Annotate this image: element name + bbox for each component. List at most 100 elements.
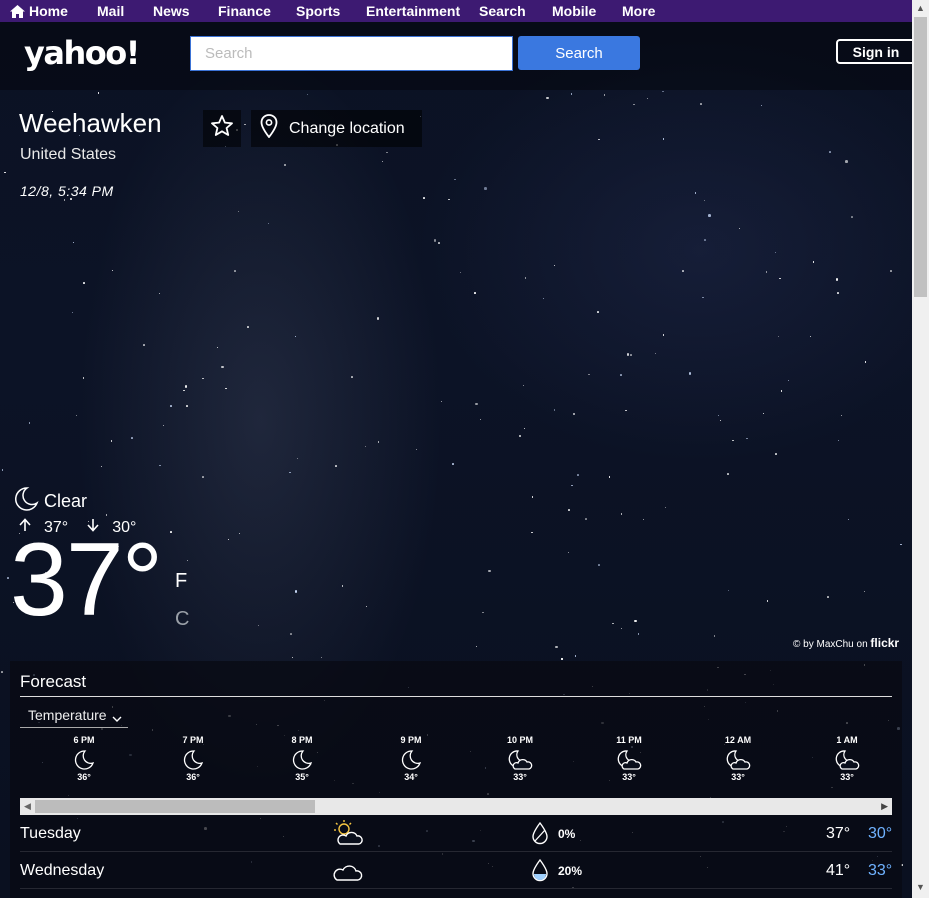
- star-dot: [341, 585, 344, 587]
- cloud-icon: [332, 856, 364, 889]
- nav-entertainment[interactable]: Entertainment: [366, 3, 460, 19]
- star-dot: [63, 199, 66, 201]
- star-dot: [216, 346, 219, 349]
- star-dot: [704, 239, 706, 241]
- star-dot: [100, 466, 102, 468]
- dropdown-value: Temperature: [28, 707, 107, 723]
- day-name: Tuesday: [20, 825, 81, 842]
- star-dot: [524, 277, 527, 279]
- yahoo-logo[interactable]: yahoo!: [24, 34, 140, 72]
- star-dot: [294, 336, 297, 338]
- unit-fahrenheit[interactable]: F: [175, 570, 187, 593]
- day-high: 37°: [826, 825, 851, 842]
- star-dot: [588, 373, 590, 376]
- star-dot: [233, 269, 236, 272]
- star-dot: [634, 619, 637, 623]
- change-location-label: Change location: [289, 119, 405, 137]
- star-dot: [247, 326, 249, 328]
- star-dot: [376, 317, 380, 320]
- daily-row: Wednesday 20% 41° 33°: [20, 852, 892, 889]
- star-dot: [170, 531, 172, 533]
- star-dot: [71, 311, 73, 313]
- hour-temp: 33°: [622, 772, 636, 782]
- star-dot: [775, 453, 777, 455]
- star-dot: [568, 509, 570, 512]
- scroll-thumb[interactable]: [35, 800, 315, 813]
- star-dot: [7, 576, 9, 579]
- hour-time: 1 AM: [836, 735, 858, 745]
- home-icon: [10, 5, 25, 18]
- star-dot: [290, 633, 292, 635]
- nav-news[interactable]: News: [153, 3, 190, 19]
- favorite-button[interactable]: [203, 110, 241, 147]
- star-dot: [83, 282, 85, 284]
- star-dot: [561, 658, 563, 660]
- day-low: 30°: [868, 825, 893, 842]
- hour-item: 11 PM 33°: [599, 735, 659, 782]
- sign-in-button[interactable]: Sign in: [836, 39, 916, 64]
- star-dot: [143, 344, 145, 346]
- star-dot: [646, 97, 649, 100]
- nav-more[interactable]: More: [622, 3, 655, 19]
- nav-mobile[interactable]: Mobile: [552, 3, 596, 19]
- star-dot: [598, 138, 600, 140]
- hourly-scrollbar[interactable]: ◀ ▶: [20, 798, 892, 815]
- star-dot: [110, 440, 113, 442]
- star-dot: [702, 296, 704, 298]
- star-dot: [438, 242, 440, 244]
- star-dot: [29, 422, 31, 424]
- nav-home[interactable]: Home: [10, 3, 68, 19]
- moon-icon: [54, 748, 114, 772]
- star-dot: [238, 211, 240, 213]
- star-dot: [681, 270, 684, 272]
- star-dot: [386, 151, 388, 154]
- star-dot: [448, 198, 450, 201]
- scroll-up-icon[interactable]: ▲: [916, 3, 925, 13]
- scroll-left-icon[interactable]: ◀: [24, 801, 31, 812]
- star-dot: [603, 94, 606, 96]
- star-dot: [454, 178, 457, 181]
- star-dot: [739, 228, 741, 230]
- star-dot: [452, 463, 454, 465]
- nav-mail[interactable]: Mail: [97, 3, 124, 19]
- star-dot: [626, 353, 630, 356]
- star-dot: [554, 409, 556, 411]
- hour-item: 8 PM 35°: [272, 735, 332, 782]
- star-dot: [864, 591, 866, 593]
- star-dot: [726, 473, 729, 476]
- star-dot: [202, 377, 204, 380]
- search-button[interactable]: Search: [518, 36, 640, 70]
- scroll-right-icon[interactable]: ▶: [881, 801, 888, 812]
- page-scrollbar[interactable]: ▲ ▼: [912, 0, 929, 898]
- nav-sports[interactable]: Sports: [296, 3, 340, 19]
- star-dot: [531, 531, 533, 534]
- star-dot: [320, 656, 322, 658]
- star-dot: [221, 365, 225, 369]
- star-dot: [620, 513, 623, 515]
- nav-search[interactable]: Search: [479, 3, 526, 19]
- hour-temp: 33°: [513, 772, 527, 782]
- search-input[interactable]: [190, 36, 513, 71]
- nav-finance[interactable]: Finance: [218, 3, 271, 19]
- day-high: 41°: [826, 862, 851, 879]
- star-dot: [837, 439, 840, 442]
- star-dot: [365, 445, 367, 447]
- star-dot: [423, 197, 425, 199]
- star-dot: [620, 627, 622, 629]
- hour-time: 12 AM: [724, 735, 752, 745]
- photo-credit[interactable]: © by MaxChu on flickr: [793, 636, 899, 650]
- star-dot: [851, 216, 853, 218]
- star-dot: [837, 292, 839, 294]
- star-dot: [840, 415, 842, 417]
- page-scroll-thumb[interactable]: [914, 17, 927, 297]
- unit-celsius[interactable]: C: [175, 608, 189, 631]
- star-dot: [688, 372, 692, 375]
- scroll-down-icon[interactable]: ▼: [916, 882, 925, 892]
- star-dot: [183, 389, 185, 391]
- change-location-button[interactable]: Change location: [251, 110, 422, 147]
- star-dot: [531, 496, 534, 498]
- star-dot: [555, 645, 558, 649]
- star-dot: [654, 353, 656, 355]
- forecast-type-dropdown[interactable]: Temperature: [20, 704, 128, 728]
- star-dot: [845, 159, 849, 163]
